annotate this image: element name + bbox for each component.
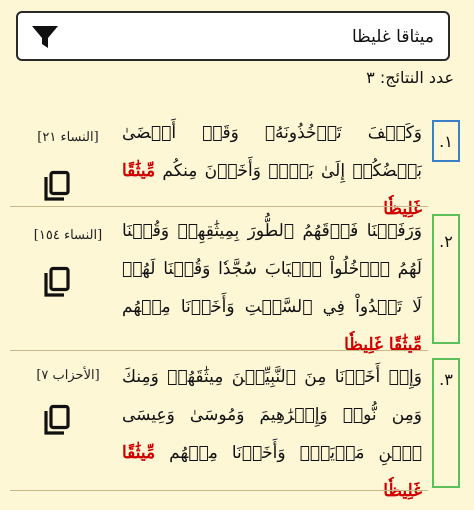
search-input[interactable] bbox=[104, 23, 434, 51]
verse-text-before: وَكَيۡفَ تَأۡخُذُونَهُۥ وَقَدۡ أَفۡضَىٰ … bbox=[122, 123, 422, 181]
verse-text-before: وَإِذۡ أَخَذۡنَا مِنَ ٱلنَّبِيِّـۧنَ مِي… bbox=[122, 367, 422, 463]
copy-icon[interactable] bbox=[42, 404, 72, 436]
verse-text-before: وَرَفَعۡنَا فَوۡقَهُمُ ٱلطُّورَ بِمِيثَٰ… bbox=[122, 221, 422, 317]
copy-icon[interactable] bbox=[42, 266, 72, 298]
result-item: .١ وَكَيۡفَ تَأۡخُذُونَهُۥ وَقَدۡ أَفۡضَ… bbox=[0, 112, 474, 219]
surah-reference[interactable]: [النساء ٢١] bbox=[20, 130, 116, 145]
result-item: .٣ وَإِذۡ أَخَذۡنَا مِنَ ٱلنَّبِيِّـۧنَ … bbox=[0, 358, 474, 501]
divider bbox=[10, 350, 428, 351]
copy-icon[interactable] bbox=[42, 170, 72, 202]
verse-text[interactable]: وَإِذۡ أَخَذۡنَا مِنَ ٱلنَّبِيِّـۧنَ مِي… bbox=[122, 358, 422, 510]
surah-reference[interactable]: [النساء ١٥٤] bbox=[20, 228, 116, 243]
result-number[interactable]: .١ bbox=[432, 120, 460, 162]
result-number[interactable]: .٣ bbox=[432, 358, 460, 488]
verse-text[interactable]: وَكَيۡفَ تَأۡخُذُونَهُۥ وَقَدۡ أَفۡضَىٰ … bbox=[122, 114, 422, 228]
verse-text[interactable]: وَرَفَعۡنَا فَوۡقَهُمُ ٱلطُّورَ بِمِيثَٰ… bbox=[122, 212, 422, 364]
filter-icon[interactable] bbox=[30, 24, 60, 50]
search-box[interactable] bbox=[16, 11, 450, 61]
surah-reference[interactable]: [الأحزاب ٧] bbox=[20, 368, 116, 383]
search-highlight: مِّيثَٰقًا غَلِيظٗا bbox=[344, 335, 422, 355]
result-number[interactable]: .٢ bbox=[432, 214, 460, 344]
divider bbox=[10, 490, 428, 491]
results-count: عدد النتائج: ٣ bbox=[366, 68, 454, 87]
divider bbox=[10, 206, 428, 207]
result-item: .٢ وَرَفَعۡنَا فَوۡقَهُمُ ٱلطُّورَ بِمِي… bbox=[0, 212, 474, 355]
